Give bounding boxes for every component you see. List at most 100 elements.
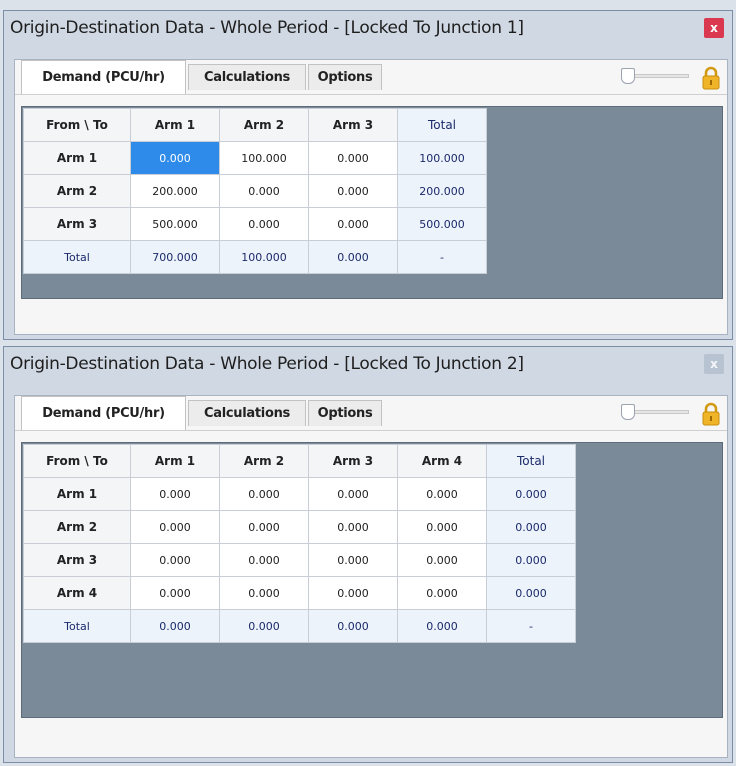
table-row: Arm 4 0.000 0.000 0.000 0.000 0.000 <box>23 576 576 610</box>
od-grid-area: From \ To Arm 1 Arm 2 Arm 3 Total Arm 1 … <box>21 106 723 299</box>
corner-header: From \ To <box>23 444 131 478</box>
close-icon[interactable]: x <box>704 354 724 374</box>
demand-cell[interactable]: 0.000 <box>397 477 487 511</box>
lock-icon[interactable] <box>701 66 721 90</box>
row-header: Arm 1 <box>23 477 131 511</box>
close-icon[interactable]: x <box>704 18 724 38</box>
demand-cell[interactable]: 0.000 <box>308 543 398 577</box>
od-panel: Demand (PCU/hr) Calculations Options Fro… <box>14 395 728 758</box>
total-column-header: Total <box>486 444 576 478</box>
slider-thumb[interactable] <box>621 404 635 420</box>
column-header: Arm 2 <box>219 108 309 142</box>
table-row: Arm 2 200.000 0.000 0.000 200.000 <box>23 174 487 208</box>
row-header: Arm 2 <box>23 510 131 544</box>
slider-thumb[interactable] <box>621 68 635 84</box>
column-header: Arm 2 <box>219 444 309 478</box>
column-header: Arm 3 <box>308 108 398 142</box>
tab-strip: Demand (PCU/hr) Calculations Options <box>15 396 727 431</box>
totals-row: Total 700.000 100.000 0.000 - <box>23 240 487 274</box>
demand-cell[interactable]: 0.000 <box>308 207 398 241</box>
demand-cell[interactable]: 0.000 <box>219 510 309 544</box>
table-row: Arm 3 500.000 0.000 0.000 500.000 <box>23 207 487 241</box>
grand-total-cell: - <box>486 609 576 643</box>
corner-header: From \ To <box>23 108 131 142</box>
total-column-header: Total <box>397 108 487 142</box>
tab-demand[interactable]: Demand (PCU/hr) <box>21 60 186 94</box>
od-window-junction-2: Origin-Destination Data - Whole Period -… <box>3 346 733 763</box>
row-header: Arm 4 <box>23 576 131 610</box>
window-titlebar[interactable]: Origin-Destination Data - Whole Period -… <box>4 347 732 381</box>
column-total-cell: 0.000 <box>308 240 398 274</box>
demand-cell[interactable]: 0.000 <box>130 477 220 511</box>
row-total-cell: 0.000 <box>486 576 576 610</box>
column-header: Arm 4 <box>397 444 487 478</box>
row-total-cell: 0.000 <box>486 543 576 577</box>
tab-calculations[interactable]: Calculations <box>188 400 306 426</box>
demand-cell[interactable]: 0.000 <box>308 141 398 175</box>
demand-cell[interactable]: 100.000 <box>219 141 309 175</box>
table-row: Arm 1 0.000 0.000 0.000 0.000 0.000 <box>23 477 576 511</box>
tab-calculations[interactable]: Calculations <box>188 64 306 90</box>
column-header: Arm 1 <box>130 444 220 478</box>
demand-cell[interactable]: 0.000 <box>219 174 309 208</box>
column-header: Arm 3 <box>308 444 398 478</box>
demand-cell[interactable]: 0.000 <box>219 477 309 511</box>
row-header: Arm 1 <box>23 141 131 175</box>
zoom-slider[interactable] <box>621 68 689 84</box>
column-header: Arm 1 <box>130 108 220 142</box>
header-row: From \ To Arm 1 Arm 2 Arm 3 Arm 4 Total <box>23 444 576 478</box>
demand-cell[interactable]: 0.000 <box>130 141 220 175</box>
header-row: From \ To Arm 1 Arm 2 Arm 3 Total <box>23 108 487 142</box>
row-total-cell: 0.000 <box>486 477 576 511</box>
od-matrix: From \ To Arm 1 Arm 2 Arm 3 Total Arm 1 … <box>23 108 487 274</box>
demand-cell[interactable]: 0.000 <box>308 510 398 544</box>
table-row: Arm 3 0.000 0.000 0.000 0.000 0.000 <box>23 543 576 577</box>
totals-row: Total 0.000 0.000 0.000 0.000 - <box>23 609 576 643</box>
grand-total-cell: - <box>397 240 487 274</box>
column-total-cell: 0.000 <box>397 609 487 643</box>
demand-cell[interactable]: 200.000 <box>130 174 220 208</box>
row-header: Arm 3 <box>23 207 131 241</box>
row-total-cell: 200.000 <box>397 174 487 208</box>
totals-row-label: Total <box>23 609 131 643</box>
demand-cell[interactable]: 0.000 <box>308 174 398 208</box>
demand-cell[interactable]: 0.000 <box>308 477 398 511</box>
demand-cell[interactable]: 0.000 <box>130 543 220 577</box>
od-window-junction-1: Origin-Destination Data - Whole Period -… <box>3 10 733 340</box>
window-title: Origin-Destination Data - Whole Period -… <box>10 18 524 38</box>
demand-cell[interactable]: 0.000 <box>308 576 398 610</box>
demand-cell[interactable]: 0.000 <box>397 510 487 544</box>
demand-cell[interactable]: 0.000 <box>397 543 487 577</box>
tab-demand[interactable]: Demand (PCU/hr) <box>21 396 186 430</box>
lock-icon[interactable] <box>701 402 721 426</box>
od-grid-area: From \ To Arm 1 Arm 2 Arm 3 Arm 4 Total … <box>21 442 723 718</box>
row-header: Arm 3 <box>23 543 131 577</box>
od-panel: Demand (PCU/hr) Calculations Options Fro… <box>14 59 728 335</box>
table-row: Arm 1 0.000 100.000 0.000 100.000 <box>23 141 487 175</box>
demand-cell[interactable]: 0.000 <box>219 576 309 610</box>
demand-cell[interactable]: 0.000 <box>397 576 487 610</box>
od-matrix: From \ To Arm 1 Arm 2 Arm 3 Arm 4 Total … <box>23 444 576 643</box>
column-total-cell: 0.000 <box>308 609 398 643</box>
tab-options[interactable]: Options <box>308 400 382 426</box>
column-total-cell: 100.000 <box>219 240 309 274</box>
window-titlebar[interactable]: Origin-Destination Data - Whole Period -… <box>4 11 732 45</box>
demand-cell[interactable]: 500.000 <box>130 207 220 241</box>
demand-cell[interactable]: 0.000 <box>130 576 220 610</box>
demand-cell[interactable]: 0.000 <box>219 543 309 577</box>
row-total-cell: 100.000 <box>397 141 487 175</box>
column-total-cell: 0.000 <box>219 609 309 643</box>
zoom-slider[interactable] <box>621 404 689 420</box>
column-total-cell: 0.000 <box>130 609 220 643</box>
column-total-cell: 700.000 <box>130 240 220 274</box>
row-total-cell: 0.000 <box>486 510 576 544</box>
tab-options[interactable]: Options <box>308 64 382 90</box>
table-row: Arm 2 0.000 0.000 0.000 0.000 0.000 <box>23 510 576 544</box>
row-total-cell: 500.000 <box>397 207 487 241</box>
demand-cell[interactable]: 0.000 <box>219 207 309 241</box>
row-header: Arm 2 <box>23 174 131 208</box>
totals-row-label: Total <box>23 240 131 274</box>
window-title: Origin-Destination Data - Whole Period -… <box>10 354 524 374</box>
tab-strip: Demand (PCU/hr) Calculations Options <box>15 60 727 95</box>
demand-cell[interactable]: 0.000 <box>130 510 220 544</box>
